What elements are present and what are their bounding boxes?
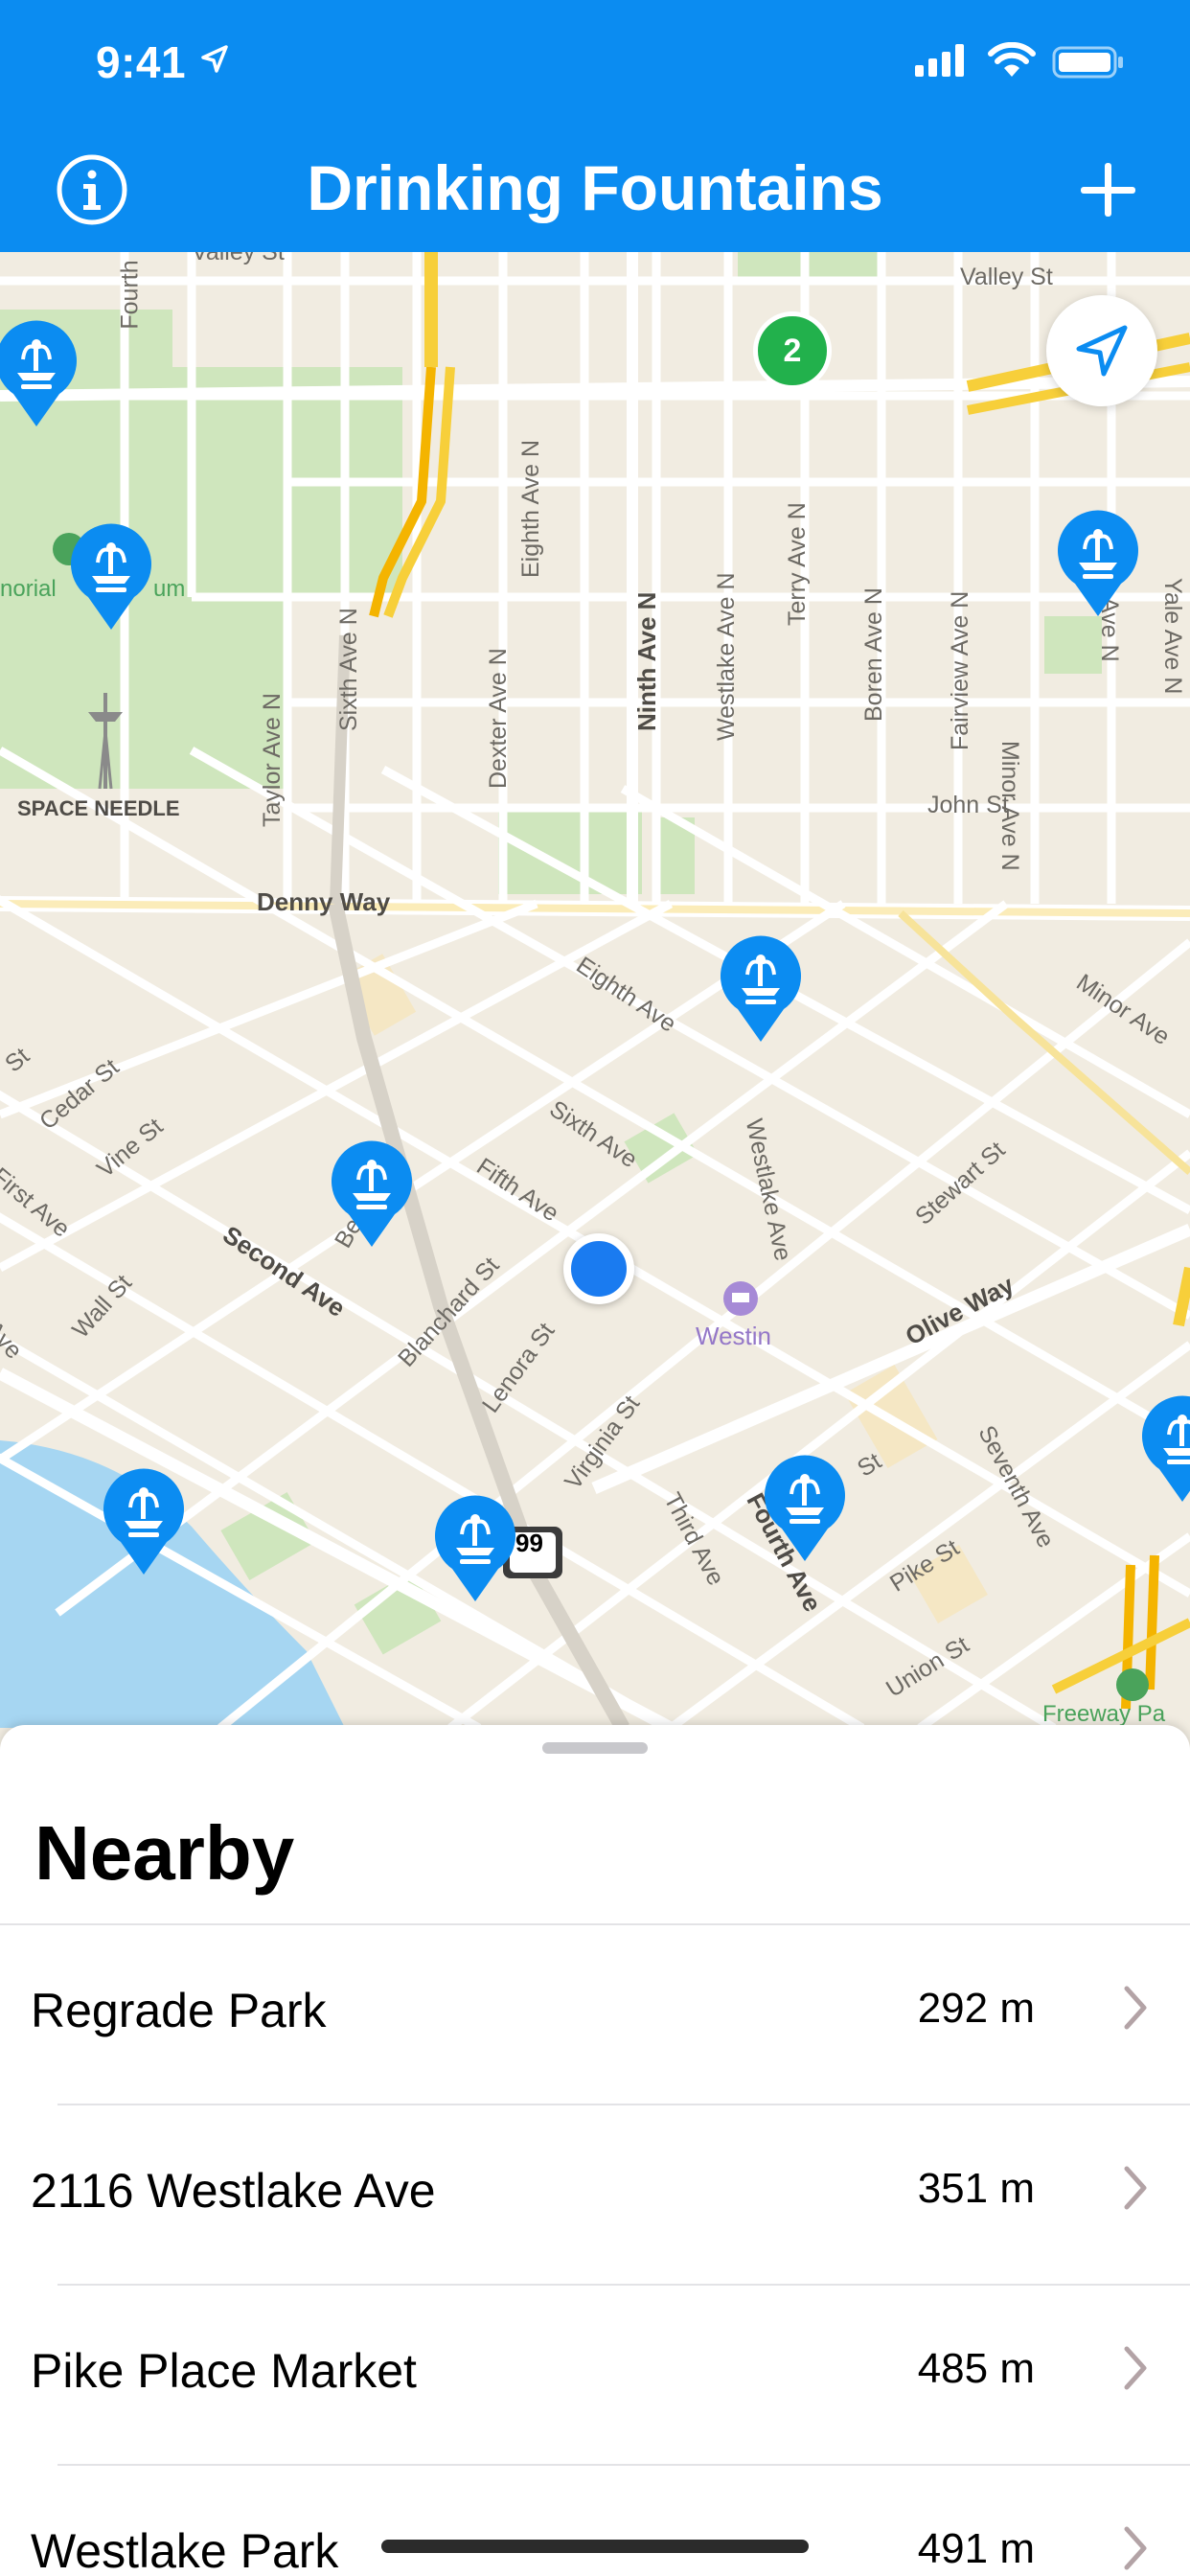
- fountain-pin-icon: [0, 320, 77, 426]
- nearby-list-item[interactable]: Regrade Park 292 m: [0, 1925, 1190, 2105]
- map-view[interactable]: Valley St Valley St Fourth Eighth Ave N …: [0, 252, 1190, 1728]
- cellular-signal-icon: [915, 44, 964, 77]
- fountain-cluster-marker[interactable]: 2: [753, 311, 832, 390]
- chevron-right-icon: [1124, 2166, 1147, 2210]
- location-arrow-icon: [1076, 325, 1128, 377]
- fountain-pin[interactable]: [761, 1454, 849, 1565]
- fountain-pin[interactable]: [67, 522, 155, 633]
- locate-me-button[interactable]: [1046, 295, 1157, 406]
- street-label: Westlake Ave N: [713, 572, 740, 741]
- park-label: norial: [0, 576, 57, 602]
- fountain-pin[interactable]: [431, 1494, 519, 1605]
- street-label: Fourth: [116, 260, 144, 330]
- street-label: Dexter Ave N: [485, 648, 512, 789]
- nearby-list-item[interactable]: Pike Place Market 485 m: [0, 2286, 1190, 2466]
- fountain-pin-icon: [1058, 510, 1138, 616]
- nearby-list-item[interactable]: Westlake Park 491 m: [0, 2466, 1190, 2576]
- app-header: 9:41 Drinking Fountains: [0, 0, 1190, 252]
- page-title: Drinking Fountains: [307, 152, 883, 223]
- home-indicator[interactable]: [381, 2540, 809, 2553]
- park-label: um: [153, 576, 186, 602]
- landmark-label-space-needle[interactable]: SPACE NEEDLE: [17, 796, 180, 821]
- street-label: Valley St: [192, 252, 285, 265]
- sheet-title: Nearby: [34, 1810, 295, 1896]
- nearby-sheet[interactable]: Nearby Regrade Park 292 m 2116 Westlake …: [0, 1725, 1190, 2576]
- plus-icon: [1081, 163, 1135, 217]
- street-label: Sixth Ave N: [335, 608, 362, 731]
- fountain-name: Regrade Park: [31, 1984, 327, 2037]
- street-label: Fairview Ave N: [947, 590, 973, 750]
- street-label: Terry Ave N: [784, 502, 811, 626]
- park-icon: [1116, 1668, 1149, 1701]
- street-label: Boren Ave N: [860, 587, 887, 722]
- street-label: Ninth Ave N: [632, 591, 661, 731]
- fountain-pin[interactable]: [717, 934, 805, 1046]
- street-label: Valley St: [960, 264, 1053, 290]
- fountain-pin-icon: [103, 1468, 184, 1575]
- poi-label-westin[interactable]: Westin: [696, 1322, 771, 1351]
- fountain-pin[interactable]: [1138, 1394, 1190, 1506]
- fountain-name: Pike Place Market: [31, 2344, 417, 2398]
- user-location-dot: [563, 1233, 634, 1304]
- street-label: Yale Ave N: [1159, 578, 1186, 695]
- fountain-distance: 485 m: [917, 2345, 1035, 2392]
- fountain-pin-icon: [332, 1140, 412, 1247]
- add-fountain-button[interactable]: [1069, 153, 1146, 230]
- fountain-pin-icon: [435, 1495, 515, 1601]
- fountain-distance: 351 m: [917, 2165, 1035, 2212]
- fountain-name: 2116 Westlake Ave: [31, 2164, 436, 2218]
- park-label-freeway-park[interactable]: Freeway Pa: [1042, 1701, 1165, 1728]
- fountain-pin-icon: [765, 1455, 845, 1561]
- chevron-right-icon: [1124, 1986, 1147, 2030]
- street-label: Taylor Ave N: [259, 693, 286, 827]
- street-label: John St: [927, 792, 1009, 818]
- fountain-name: Westlake Park: [31, 2524, 339, 2576]
- fountain-distance: 292 m: [917, 1985, 1035, 2032]
- fountain-pin[interactable]: [328, 1139, 416, 1251]
- chevron-right-icon: [1124, 2346, 1147, 2390]
- chevron-right-icon: [1124, 2526, 1147, 2570]
- fountain-pin-icon: [721, 935, 801, 1042]
- wifi-icon: [988, 42, 1036, 77]
- highway-shield-label: 99: [515, 1529, 543, 1557]
- fountain-pin[interactable]: [1054, 509, 1142, 620]
- fountain-pin[interactable]: [100, 1467, 188, 1578]
- fountain-pin-icon: [71, 523, 151, 630]
- status-time: 9:41: [96, 37, 187, 87]
- location-services-icon: [201, 45, 228, 73]
- fountain-pin[interactable]: [0, 319, 80, 430]
- battery-icon: [1052, 46, 1123, 79]
- sheet-grabber[interactable]: [542, 1742, 648, 1754]
- street-label: Denny Way: [257, 887, 391, 916]
- fountain-pin-icon: [1142, 1395, 1190, 1502]
- street-label: Eighth Ave N: [517, 439, 544, 578]
- fountain-distance: 491 m: [917, 2525, 1035, 2572]
- nearby-list-item[interactable]: 2116 Westlake Ave 351 m: [0, 2105, 1190, 2286]
